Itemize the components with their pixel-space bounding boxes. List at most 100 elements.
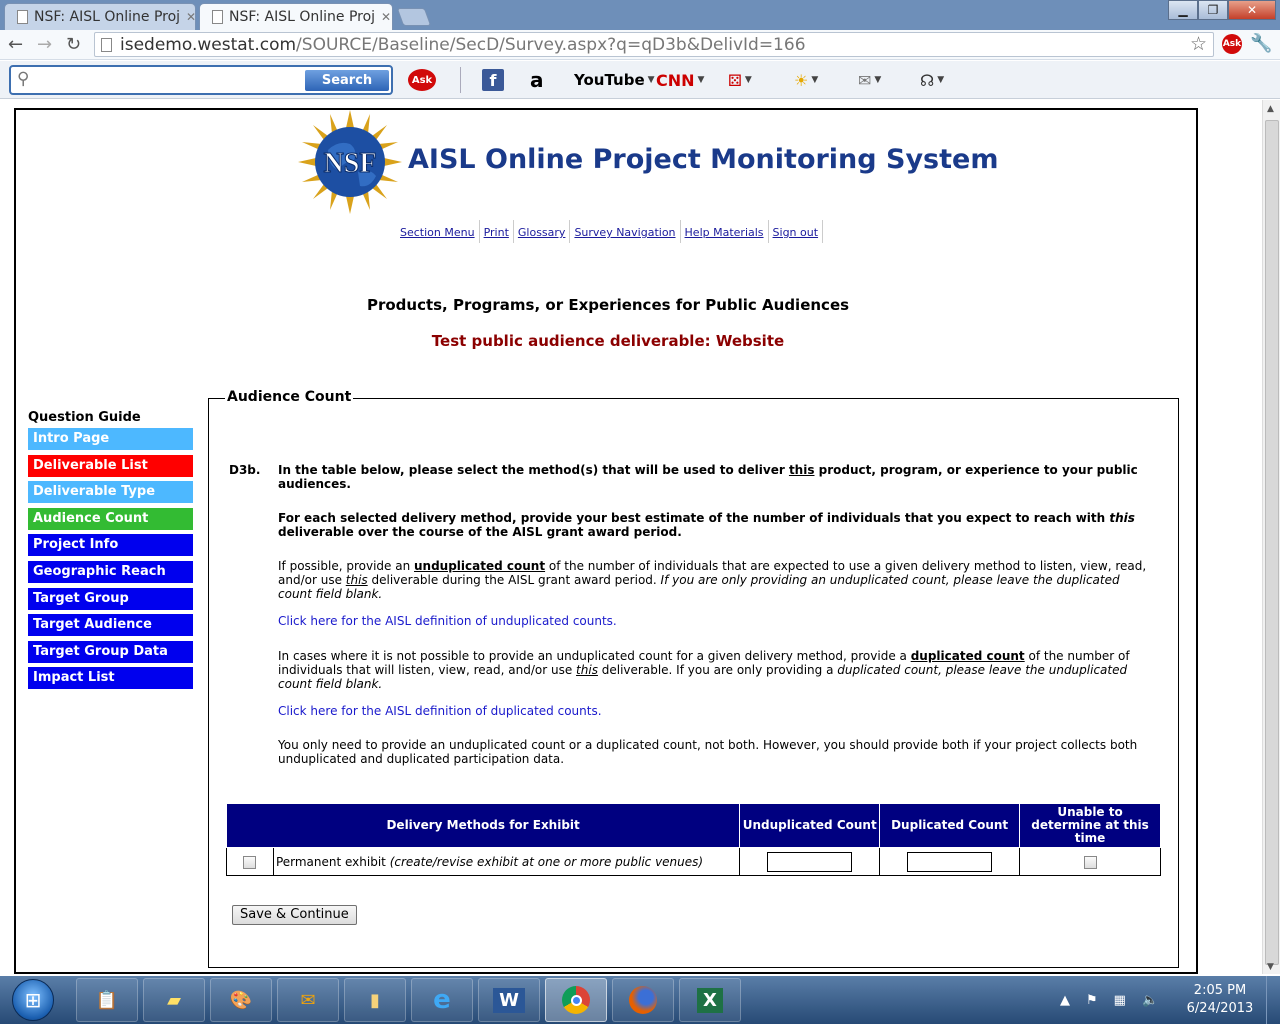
close-tab-icon[interactable]: ✕ (186, 10, 195, 24)
header-unable-to-determine: Unable to determine at this time (1019, 803, 1161, 848)
question-guide-label: Question Guide (28, 410, 141, 425)
ask-icon[interactable]: Ask (408, 68, 436, 92)
windows-taskbar: ⊞ 📋 ▰ 🎨 ✉ ▮ e W X ▲ ⚑ ▦ 🔈 2:05 PM 6/24/2… (0, 976, 1280, 1024)
instruction-2: For each selected delivery method, provi… (278, 511, 1135, 539)
ask-toolbar: ⚲ Search Ask f a YouTube ▼ CNN ▼ ⚄ ▼ ☀ ▼ ✉ ▼ … (0, 61, 1280, 99)
guide-item-target-group-data[interactable]: Target Group Data (28, 640, 193, 663)
mail-icon[interactable]: ✉ ▼ (858, 68, 881, 92)
page-icon (212, 10, 223, 24)
youtube-icon[interactable]: YouTube ▼ (574, 68, 655, 92)
duplicated-count-input[interactable] (907, 851, 993, 872)
url-host: isedemo.westat.com (120, 34, 297, 55)
header-duplicated-count: Duplicated Count (879, 803, 1021, 848)
start-button[interactable]: ⊞ (12, 979, 54, 1021)
ask-extension-icon[interactable]: Ask (1222, 34, 1242, 54)
search-icon: ⚲ (17, 69, 30, 89)
help-materials-link[interactable]: Help Materials (681, 220, 769, 243)
section-menu-links: Section Menu Print Glossary Survey Navig… (396, 220, 824, 243)
guide-item-deliverable-type[interactable]: Deliverable Type (28, 481, 193, 504)
unduplicated-count-input[interactable] (767, 851, 853, 872)
close-window-icon[interactable]: ✕ (1228, 0, 1276, 20)
reload-icon[interactable]: ↻ (66, 34, 81, 55)
duplicated-definition-link[interactable]: Click here for the AISL definition of du… (278, 704, 1148, 718)
browser-tab-1[interactable]: NSF: AISL Online Proj ✕ (4, 3, 196, 30)
sticky-notes-icon[interactable]: ▰ (143, 978, 205, 1022)
new-tab-button[interactable] (396, 8, 432, 26)
bookmark-star-icon[interactable]: ☆ (1190, 33, 1207, 55)
print-link[interactable]: Print (480, 220, 514, 243)
action-center-flag-icon[interactable]: ⚑ (1086, 993, 1098, 1008)
volume-icon[interactable]: 🔈 (1142, 993, 1158, 1008)
question-number: D3b. (229, 463, 261, 477)
chrome-icon[interactable] (545, 978, 607, 1022)
unable-to-determine-checkbox[interactable] (1083, 855, 1097, 869)
scroll-up-icon[interactable]: ▲ (1267, 104, 1274, 114)
site-title: AISL Online Project Monitoring System (408, 144, 999, 175)
outlook-icon[interactable]: ✉ (277, 978, 339, 1022)
guide-item-audience-count[interactable]: Audience Count (28, 507, 193, 530)
guide-item-geographic-reach[interactable]: Geographic Reach (28, 560, 193, 583)
guide-item-deliverable-list[interactable]: Deliverable List (28, 454, 193, 477)
page-scrollbar[interactable]: ▲ ▼ (1262, 100, 1280, 974)
restore-icon[interactable]: ❐ (1198, 0, 1228, 20)
delivery-methods-table: Delivery Methods for Exhibit Unduplicate… (225, 803, 1161, 876)
guide-item-impact-list[interactable]: Impact List (28, 667, 193, 690)
facebook-icon[interactable]: f (482, 68, 504, 92)
guide-item-project-info[interactable]: Project Info (28, 534, 193, 557)
cnn-icon[interactable]: CNN ▼ (656, 68, 704, 92)
guide-item-intro-page[interactable]: Intro Page (28, 428, 193, 450)
url-path: /SOURCE/Baseline/SecD/Survey.aspx?q=qD3b… (296, 34, 806, 55)
scroll-down-icon[interactable]: ▼ (1267, 962, 1274, 972)
network-icon[interactable]: ▦ (1114, 993, 1126, 1008)
address-bar[interactable]: isedemo.westat.com/SOURCE/Baseline/SecD/… (94, 32, 1214, 57)
table-header-row: Delivery Methods for Exhibit Unduplicate… (225, 803, 1161, 848)
save-continue-button[interactable]: Save & Continue (232, 905, 357, 925)
browser-tab-2[interactable]: NSF: AISL Online Proj ✕ (199, 3, 393, 30)
page-heading: Products, Programs, or Experiences for P… (366, 296, 850, 314)
weather-icon[interactable]: ☀ ▼ (794, 68, 818, 92)
sign-out-link[interactable]: Sign out (769, 220, 824, 243)
show-hidden-icons[interactable]: ▲ (1060, 993, 1070, 1008)
file-explorer-icon[interactable]: ▮ (344, 978, 406, 1022)
page-content: NSF AISL Online Project Monitoring Syste… (14, 108, 1198, 974)
toolbar-divider (460, 67, 461, 93)
section-menu-link[interactable]: Section Menu (396, 220, 480, 243)
instruction-1: In the table below, please select the me… (278, 463, 1138, 491)
internet-explorer-icon[interactable]: e (411, 978, 473, 1022)
wrench-icon[interactable]: 🔧 (1250, 33, 1272, 54)
task-manager-icon[interactable]: 📋 (76, 978, 138, 1022)
minimize-icon[interactable]: ▁ (1168, 0, 1198, 20)
games-icon[interactable]: ⚄ ▼ (728, 68, 752, 92)
instruction-3: If possible, provide an unduplicated cou… (278, 559, 1147, 601)
page-icon (17, 10, 28, 24)
close-tab-icon[interactable]: ✕ (381, 10, 391, 24)
back-icon[interactable]: ← (8, 34, 23, 55)
system-clock[interactable]: 2:05 PM 6/24/2013 (1180, 982, 1260, 1018)
permanent-exhibit-checkbox[interactable] (243, 855, 257, 869)
unduplicated-definition-link[interactable]: Click here for the AISL definition of un… (278, 614, 1148, 628)
deliverable-title: Test public audience deliverable: Websit… (431, 332, 785, 350)
glossary-link[interactable]: Glossary (514, 220, 571, 243)
firefox-icon[interactable] (612, 978, 674, 1022)
guide-item-target-group[interactable]: Target Group (28, 587, 193, 610)
question-guide: Intro Page Deliverable List Deliverable … (28, 428, 193, 694)
toolbar-search-box[interactable]: ⚲ Search (9, 65, 393, 95)
system-tray: ▲ ⚑ ▦ 🔈 (1060, 976, 1158, 1024)
survey-navigation-link[interactable]: Survey Navigation (570, 220, 681, 243)
forward-icon[interactable]: → (37, 34, 52, 55)
excel-icon[interactable]: X (679, 978, 741, 1022)
scroll-thumb[interactable] (1265, 120, 1279, 965)
paint-icon[interactable]: 🎨 (210, 978, 272, 1022)
toolbar-search-button[interactable]: Search (305, 70, 389, 91)
browser-nav-bar: ← → ↻ isedemo.westat.com/SOURCE/Baseline… (0, 30, 1280, 60)
amazon-icon[interactable]: a (530, 68, 544, 92)
instruction-4: In cases where it is not possible to pro… (278, 649, 1130, 691)
clock-date: 6/24/2013 (1186, 1001, 1254, 1016)
show-desktop-button[interactable] (1266, 976, 1280, 1024)
audience-count-section: Audience Count D3b. In the table below, … (208, 389, 1179, 968)
guide-item-target-audience[interactable]: Target Audience (28, 614, 193, 637)
tab-title: NSF: AISL Online Proj (229, 9, 376, 25)
word-icon[interactable]: W (478, 978, 540, 1022)
browser-tab-strip: NSF: AISL Online Proj ✕ NSF: AISL Online… (0, 0, 1280, 30)
horoscope-icon[interactable]: ☊ ▼ (920, 68, 944, 92)
